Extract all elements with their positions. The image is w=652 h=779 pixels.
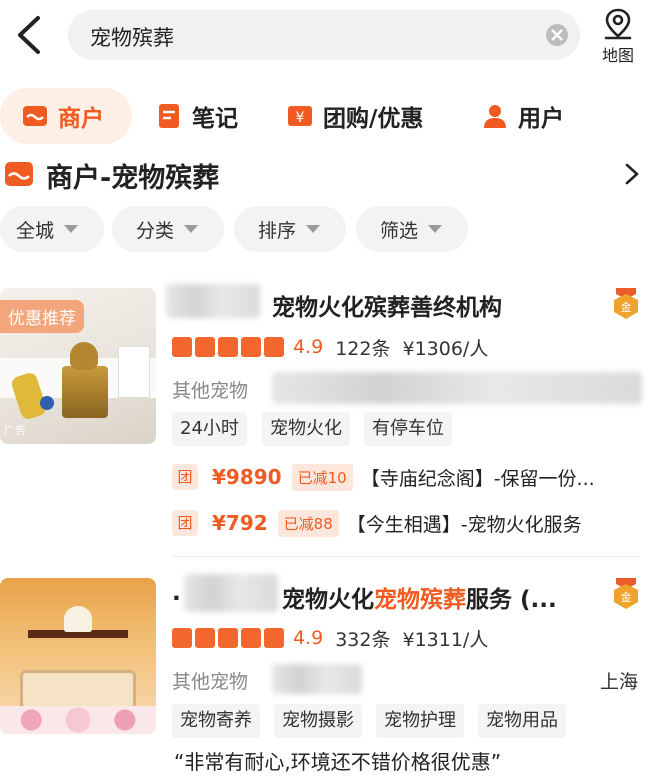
rating-score: 4.9 xyxy=(293,627,324,649)
gold-medal-icon: 金 xyxy=(614,578,638,609)
shop-name: 宠物火化宠物殡葬服务 (... xyxy=(282,587,557,613)
tag-chip: 宠物摄影 xyxy=(274,704,362,738)
shop-name-prefix: . xyxy=(172,580,181,606)
statue-image xyxy=(64,606,92,632)
casket-image xyxy=(20,670,136,710)
review-snippet: “非常有耐心,环境还不错价格很优惠” xyxy=(174,750,502,774)
search-highlight: 宠物殡葬 xyxy=(374,587,466,613)
star-icon xyxy=(172,628,192,648)
star-icon xyxy=(241,628,261,648)
redacted-name xyxy=(184,574,278,612)
redacted-address xyxy=(272,664,362,694)
review-count: 332条 xyxy=(335,628,391,651)
flowers-image xyxy=(0,706,156,734)
shop-card[interactable]: . 宠物火化宠物殡葬服务 (... 金 4.9 332条 ¥1311/人 其他宠… xyxy=(0,0,652,779)
tag-chip: 宠物护理 xyxy=(376,704,464,738)
rating-row: 4.9 332条 ¥1311/人 xyxy=(172,624,500,652)
tag-chip: 宠物用品 xyxy=(478,704,566,738)
avg-price: ¥1311/人 xyxy=(402,628,489,651)
shop-city: 上海 xyxy=(599,671,638,693)
star-icon xyxy=(264,628,284,648)
tag-chip: 宠物寄养 xyxy=(172,704,260,738)
shop-category: 其他宠物 xyxy=(172,671,249,693)
svg-text:金: 金 xyxy=(621,590,632,604)
star-icon xyxy=(218,628,238,648)
star-icon xyxy=(195,628,215,648)
shop-photo[interactable] xyxy=(0,578,156,734)
